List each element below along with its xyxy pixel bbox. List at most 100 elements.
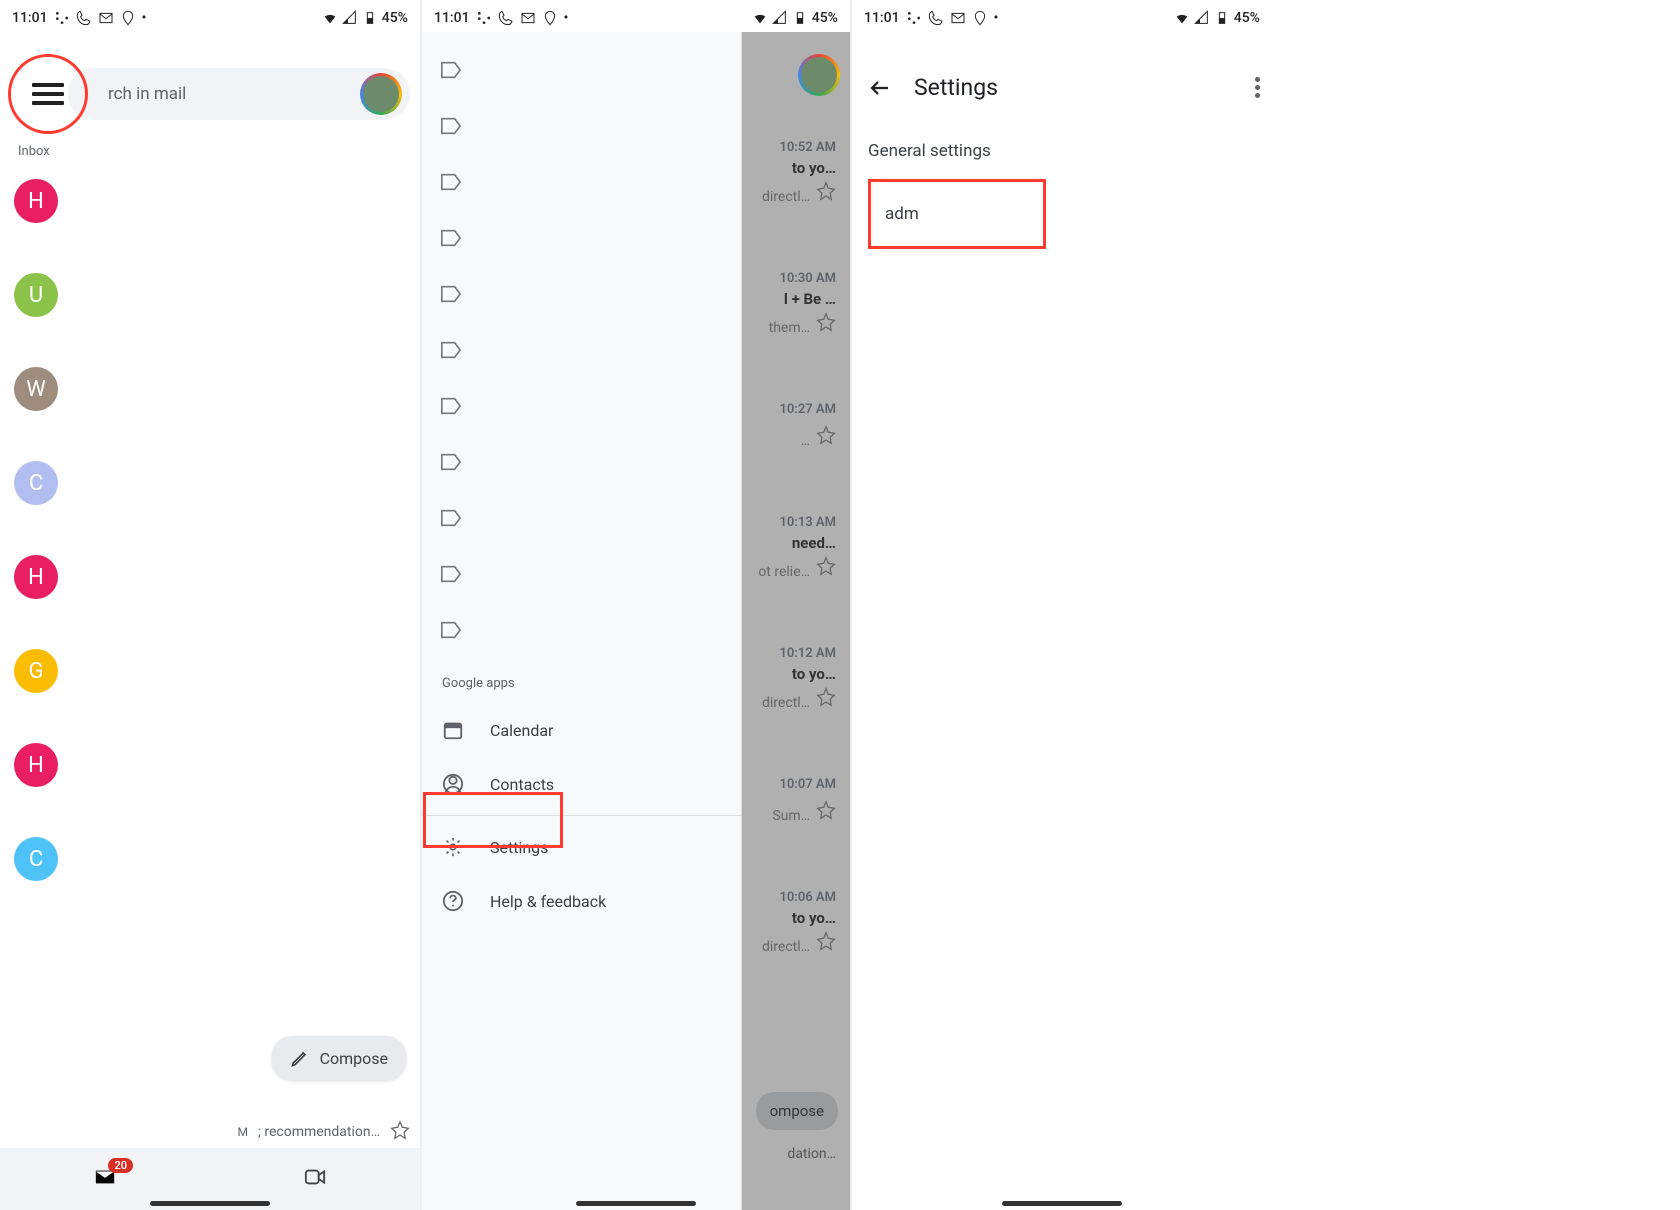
mail-snippet: ot relie… [758, 564, 810, 580]
sender-avatar[interactable]: C [14, 837, 58, 881]
calendar-icon [442, 719, 464, 741]
status-dot: • [142, 10, 147, 26]
battery-percent: 45% [382, 10, 408, 26]
drawer-calendar[interactable]: Calendar [422, 703, 741, 757]
help-icon [442, 890, 464, 912]
account-label: adm [885, 204, 919, 224]
account-item-highlight[interactable]: adm [868, 179, 1046, 249]
inbox-label: Inbox [18, 144, 420, 159]
label-icon[interactable] [440, 116, 741, 140]
mail-row[interactable]: 10:06 AMto yo…directl… [742, 882, 850, 973]
mail-time: 10:52 AM [779, 140, 836, 155]
phone-icon [498, 10, 514, 26]
page-title: Settings [914, 74, 998, 101]
rec-snippet: dation… [787, 1146, 836, 1162]
label-icon[interactable] [440, 508, 741, 532]
mail-row[interactable]: 10:27 AM … [742, 394, 850, 467]
star-icon[interactable] [816, 312, 836, 336]
sender-avatar[interactable]: H [14, 179, 58, 223]
battery-icon [1214, 10, 1230, 26]
search-input[interactable]: rch in mail [68, 68, 410, 120]
star-icon[interactable] [816, 181, 836, 205]
mail-snippet: directl… [762, 939, 810, 955]
label-icon[interactable] [440, 396, 741, 420]
label-icon[interactable] [440, 452, 741, 476]
profile-avatar[interactable] [360, 73, 402, 115]
label-icon[interactable] [440, 172, 741, 196]
overflow-icon[interactable] [1255, 77, 1260, 98]
star-icon[interactable] [816, 556, 836, 580]
menu-icon[interactable] [32, 83, 64, 105]
search-placeholder: rch in mail [108, 84, 186, 104]
status-bar: 11:01 • 45% [422, 0, 850, 32]
mail-time: 10:30 AM [779, 271, 836, 286]
google-apps-header: Google apps [442, 676, 741, 691]
sender-avatar[interactable]: H [14, 743, 58, 787]
nav-drawer[interactable]: Google apps Calendar Contacts Settings H… [422, 32, 742, 1210]
back-icon[interactable] [868, 76, 892, 100]
status-time: 11:01 [12, 10, 48, 26]
star-icon[interactable] [816, 800, 836, 824]
label-icon[interactable] [440, 60, 741, 84]
wifi-icon [752, 10, 768, 26]
mail-row[interactable]: 10:30 AMl + Be …them… [742, 263, 850, 354]
video-icon [301, 1166, 329, 1188]
mail-row[interactable]: 10:13 AMneed…ot relie… [742, 507, 850, 598]
mail-snippet: directl… [762, 695, 810, 711]
battery-icon [792, 10, 808, 26]
mail-time: 10:27 AM [779, 402, 836, 417]
label-icon[interactable] [440, 620, 741, 644]
mail-row[interactable]: 10:07 AM Sum… [742, 769, 850, 842]
signal-icon [342, 10, 358, 26]
gmail-m-icon [98, 10, 114, 26]
gmail-m-icon [950, 10, 966, 26]
label-icon[interactable] [440, 340, 741, 364]
sender-avatar[interactable]: W [14, 367, 58, 411]
sender-avatar[interactable]: U [14, 273, 58, 317]
star-icon[interactable] [816, 425, 836, 449]
star-icon[interactable] [816, 687, 836, 711]
mail-tab[interactable]: 20 [91, 1166, 119, 1192]
phone-icon [928, 10, 944, 26]
phone-icon [76, 10, 92, 26]
unread-badge: 20 [108, 1158, 133, 1173]
slack-icon [476, 10, 492, 26]
status-bar: 11:01 • 45% [852, 0, 1272, 32]
maps-icon [972, 10, 988, 26]
mail-row[interactable]: 10:52 AMto yo…directl… [742, 132, 850, 223]
mail-subject: to yo… [792, 159, 836, 177]
battery-icon [362, 10, 378, 26]
profile-avatar[interactable] [798, 54, 840, 96]
mail-subject: l + Be … [784, 290, 836, 308]
meet-tab[interactable] [301, 1166, 329, 1192]
maps-icon [120, 10, 136, 26]
sender-avatar[interactable]: C [14, 461, 58, 505]
star-icon[interactable] [816, 931, 836, 955]
wifi-icon [1174, 10, 1190, 26]
mail-subject: need… [792, 534, 836, 552]
pencil-icon [290, 1048, 310, 1068]
nav-handle[interactable] [150, 1201, 270, 1206]
drawer-help[interactable]: Help & feedback [422, 874, 741, 928]
mail-snippet: Sum… [772, 808, 810, 824]
general-settings-item[interactable]: General settings [868, 141, 1256, 161]
compose-button[interactable]: ompose [756, 1092, 838, 1130]
mail-time: 10:06 AM [779, 890, 836, 905]
nav-handle[interactable] [576, 1201, 696, 1206]
sender-avatar[interactable]: G [14, 649, 58, 693]
label-icon[interactable] [440, 564, 741, 588]
compose-button[interactable]: Compose [272, 1036, 406, 1080]
sender-avatar[interactable]: H [14, 555, 58, 599]
nav-handle[interactable] [1002, 1201, 1122, 1206]
label-icon[interactable] [440, 284, 741, 308]
mail-time: 10:07 AM [779, 777, 836, 792]
wifi-icon [322, 10, 338, 26]
mail-snippet: … [801, 433, 810, 449]
slack-icon [906, 10, 922, 26]
mail-row[interactable]: 10:12 AMto yo…directl… [742, 638, 850, 729]
hamburger-highlight [8, 54, 88, 134]
label-icon[interactable] [440, 228, 741, 252]
mail-subject: to yo… [792, 665, 836, 683]
conversation-list[interactable]: H U W C H G H C [0, 165, 420, 881]
settings-highlight [423, 792, 563, 848]
